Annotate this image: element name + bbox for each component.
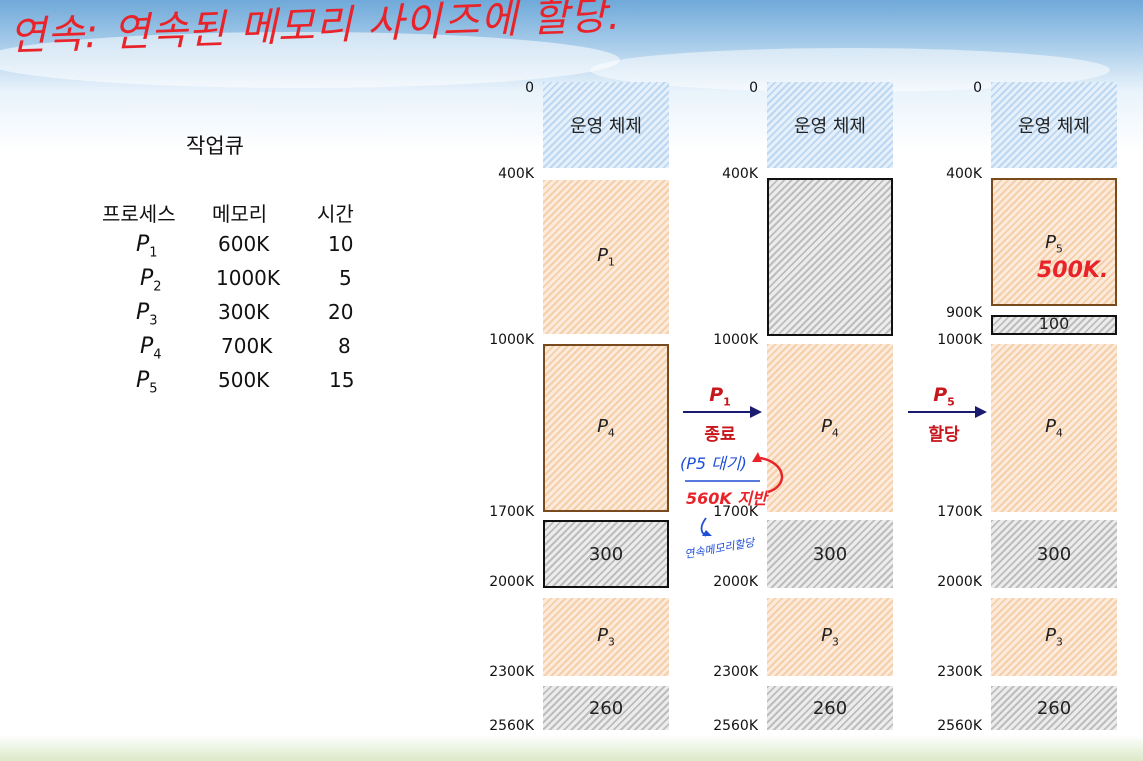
handwritten-wait-note: (P5 대기) bbox=[680, 454, 747, 473]
arrow2-icon bbox=[908, 406, 987, 418]
arrow1-icon bbox=[683, 406, 762, 418]
arrows-and-annotations bbox=[683, 406, 987, 537]
handwritten-short-note: 560K 지반 bbox=[686, 489, 767, 508]
